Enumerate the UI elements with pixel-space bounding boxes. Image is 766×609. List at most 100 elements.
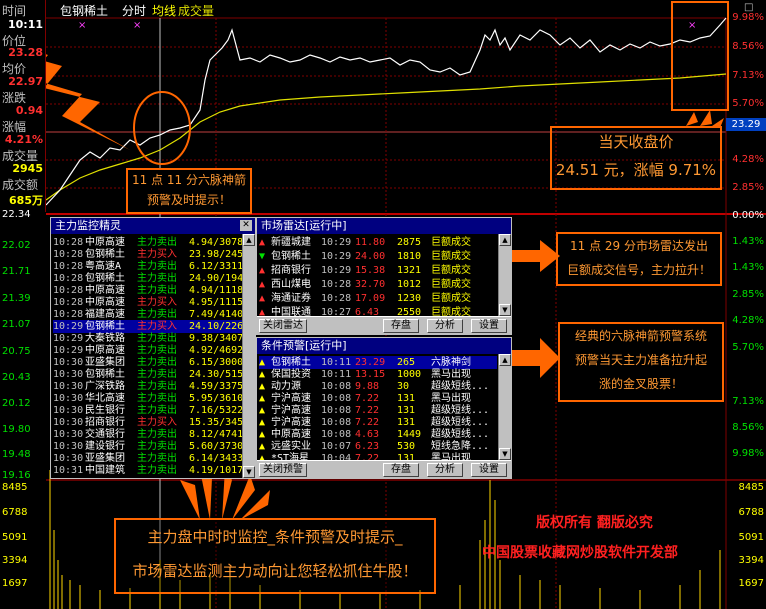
price-cell: 15.38 <box>355 265 386 276</box>
feature-callout: 主力盘中时时监控_条件预警及时提示_ 市场雷达监测主力动向让您轻松抓住牛股！ <box>114 518 436 594</box>
stock-cell: 招商银行 <box>271 265 311 276</box>
down-arrow-icon: ▼ <box>259 251 266 262</box>
volume-legend: 成交量 <box>178 4 215 18</box>
scroll-down-icon[interactable]: ▼ <box>499 448 511 460</box>
stock-cell: 中国建筑 <box>85 465 125 476</box>
axis-label: 1.43% <box>732 262 764 273</box>
axis-label: 8485 <box>738 482 764 493</box>
alert-save-button[interactable]: 存盘 <box>383 463 419 477</box>
list-item[interactable]: 10:31 中国建筑 主力卖出 4.19/10174 <box>53 464 249 477</box>
callout-text: 经典的六脉神箭预警系统 <box>574 329 707 343</box>
close-radar-button[interactable]: 关闭雷达 <box>259 319 307 333</box>
scroll-down-icon[interactable]: ▼ <box>499 304 511 316</box>
price-cell: 11.80 <box>355 237 386 248</box>
axis-label: 9.98% <box>732 448 764 459</box>
scroll-up-icon[interactable]: ▲ <box>499 354 511 366</box>
radar-settings-button[interactable]: 设置 <box>471 319 507 333</box>
scroll-up-icon[interactable]: ▲ <box>243 234 255 246</box>
amount-value: 685万 <box>9 194 43 207</box>
market-radar-window[interactable]: 市场雷达[运行中] ▲ 新疆城建 10:29 11.80 2875 巨额成交 ▼ 包钢稀土 10… <box>256 217 512 335</box>
callout-text: 涨的金叉股票！ <box>598 377 683 391</box>
monitor-scrollbar[interactable]: ▲ ▼ <box>242 234 255 478</box>
radar-scrollbar[interactable]: ▲ ▼ <box>498 234 511 316</box>
axis-label: 8485 <box>2 482 28 493</box>
alert-title[interactable]: 条件预警[运行中] <box>257 338 511 354</box>
alert-button-bar: 关闭预警 存盘 分析 设置 <box>257 460 511 478</box>
up-arrow-icon: ▲ <box>259 237 266 248</box>
axis-label: 5091 <box>738 532 764 543</box>
scroll-up-icon[interactable]: ▲ <box>499 234 511 246</box>
amount-label: 成交额 <box>2 178 39 192</box>
price-cell: 17.09 <box>355 293 386 304</box>
time-cell: 10:28 <box>321 279 352 290</box>
scroll-down-icon[interactable]: ▼ <box>243 466 255 478</box>
axis-label: 21.07 <box>2 319 31 330</box>
list-item[interactable]: ▼ 包钢稀土 10:29 24.00 1810 巨额成交 <box>259 250 497 263</box>
up-arrow-icon: ▲ <box>259 265 266 276</box>
time-label: 时间 <box>2 4 27 18</box>
percent-value: 4.21% <box>4 133 43 146</box>
value-cell: 4.19/10174 <box>189 465 250 476</box>
radar-analyze-button[interactable]: 分析 <box>427 319 463 333</box>
axis-label: 9.98% <box>732 12 764 23</box>
axis-label: 20.43 <box>2 372 31 383</box>
close-alert-button[interactable]: 关闭预警 <box>259 463 307 477</box>
signal-cell: 巨额成交 <box>431 251 471 262</box>
time-cell: 10:29 <box>321 265 352 276</box>
volume-cell: 1321 <box>397 265 422 276</box>
time-value: 10:11 <box>7 18 43 31</box>
axis-label: 8.56% <box>732 422 764 433</box>
callout-text: 预警当天主力准备拉升起 <box>574 353 707 367</box>
main-force-monitor-window[interactable]: 主力监控精灵 ✕ 10:28 中原高速 主力卖出 4.94/3078 10:28 包钢稀土… <box>50 217 256 479</box>
axis-label: 5.70% <box>732 342 764 353</box>
time-cell: 10:28 <box>321 293 352 304</box>
axis-label: 19.80 <box>2 424 31 435</box>
axis-label: 3394 <box>2 555 28 566</box>
axis-label: 19.16 <box>2 470 31 481</box>
radar-callout: 11 点 29 分市场雷达发出 巨额成交信号，主力拉升！ <box>556 232 722 286</box>
axis-label: 5.70% <box>732 98 764 109</box>
axis-label: 20.12 <box>2 398 31 409</box>
stock-cell: 海通证券 <box>271 293 311 304</box>
axis-label: 2.85% <box>732 289 764 300</box>
action-cell: 主力卖出 <box>137 465 177 476</box>
svg-text:×: × <box>688 20 696 31</box>
up-arrow-icon: ▲ <box>259 293 266 304</box>
callout-text: 预警及时提示！ <box>146 193 231 207</box>
list-item[interactable]: ▲ 招商银行 10:29 15.38 1321 巨额成交 <box>259 264 497 277</box>
callout-text: 当天收盘价 <box>598 133 674 151</box>
stock-cell: 新疆城建 <box>271 237 311 248</box>
tab-intraday[interactable]: 分时 <box>122 2 146 19</box>
six-pulse-callout: 经典的六脉神箭预警系统 预警当天主力准备拉升起 涨的金叉股票！ <box>558 322 724 402</box>
time-cell: 10:29 <box>321 251 352 262</box>
axis-label: 21.71 <box>2 266 31 277</box>
list-item[interactable]: ▲ 海通证券 10:28 17.09 1230 巨额成交 <box>259 292 497 305</box>
list-item[interactable]: ▲ 西山煤电 10:28 32.70 1012 巨额成交 <box>259 278 497 291</box>
axis-label: 0.00% <box>732 210 764 221</box>
signal-cell: 巨额成交 <box>431 293 471 304</box>
window-title: 市场雷达[运行中] <box>261 219 347 232</box>
window-title: 条件预警[运行中] <box>261 339 347 352</box>
monitor-title[interactable]: 主力监控精灵 ✕ <box>51 218 255 234</box>
price-badge: 23.29 <box>726 118 766 131</box>
radar-title[interactable]: 市场雷达[运行中] <box>257 218 511 234</box>
copyright-text: 版权所有 翻版必究 <box>536 515 653 531</box>
callout-text: 24.51 元，涨幅 9.71% <box>555 161 717 179</box>
avg-line-label: 均线 <box>152 4 177 18</box>
alert-scrollbar[interactable]: ▲ ▼ <box>498 354 511 460</box>
alert-settings-button[interactable]: 设置 <box>471 463 507 477</box>
signal-cell: 巨额成交 <box>431 265 471 276</box>
radar-save-button[interactable]: 存盘 <box>383 319 419 333</box>
developer-text: 中国股票收藏网炒股软件开发部 <box>482 545 678 561</box>
time-cell: 10:29 <box>321 237 352 248</box>
alert-analyze-button[interactable]: 分析 <box>427 463 463 477</box>
volume-cell: 2875 <box>397 237 422 248</box>
axis-label: 20.75 <box>2 346 31 357</box>
time-cell: 10:31 <box>53 465 84 476</box>
condition-alert-window[interactable]: 条件预警[运行中] ▲ 包钢稀土 10:11 23.29 265 六脉神剑 ▲ 保国投资 10:… <box>256 337 512 479</box>
list-item[interactable]: ▲ 新疆城建 10:29 11.80 2875 巨额成交 <box>259 236 497 249</box>
callout-text: 市场雷达监测主力动向让您轻松抓住牛股！ <box>132 562 418 580</box>
axis-label: 22.02 <box>2 240 31 251</box>
close-icon[interactable]: ✕ <box>240 220 252 231</box>
signal-callout: 11 点 11 分六脉神箭 预警及时提示！ <box>126 168 252 214</box>
